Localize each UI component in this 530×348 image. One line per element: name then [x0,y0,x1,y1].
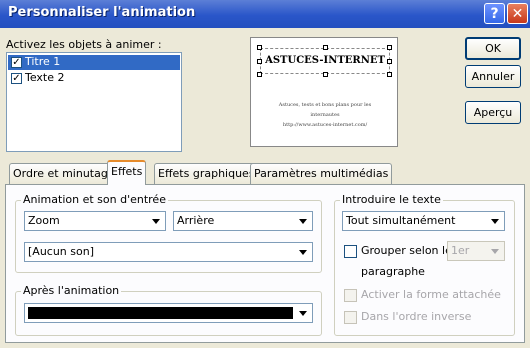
preview-url: http://www.astuces-internet.com/ [282,122,368,128]
texte-2-checkbox[interactable]: ✓ [11,73,22,84]
text-mode-dropdown[interactable]: Tout simultanément [342,211,505,231]
reverse-order-label: Dans l'ordre inverse [361,310,472,323]
resize-handle [387,59,392,64]
entry-animation-label: Animation et son d'entrée [21,193,168,206]
tab-effets-graphiques[interactable]: Effets graphiques [154,163,259,184]
resize-handle [323,45,328,50]
resize-handle [257,45,262,50]
chevron-down-icon[interactable] [296,213,311,229]
chevron-down-icon[interactable] [149,213,164,229]
slide-preview: ASTUCES-INTERNET Astuces, tests et bons … [250,37,398,147]
group-level-dropdown[interactable]: 1er [447,241,505,261]
list-item-texte-2[interactable]: ✓ Texte 2 [8,71,180,86]
introduce-text-label: Introduire le texte [340,193,443,206]
text-mode-value: Tout simultanément [346,214,456,227]
attached-shape-checkbox[interactable] [344,289,357,302]
group-level-value: 1er [451,244,470,257]
direction-dropdown[interactable]: Arrière [173,211,313,231]
cancel-button[interactable]: Annuler [465,65,521,88]
preview-heading: ASTUCES-INTERNET [260,48,390,74]
group-by-label: Grouper selon le [361,244,452,257]
preview-text-line: Astuces, tests et bons plans pour les [278,102,372,108]
list-item-titre-1[interactable]: ✓ Titre 1 [8,55,180,70]
after-color-swatch [28,307,293,319]
chevron-down-icon[interactable] [296,244,311,260]
tab-parametres-multimedias[interactable]: Paramètres multimédias [250,163,393,184]
close-button[interactable]: ✕ [507,3,528,24]
sound-dropdown[interactable]: [Aucun son] [24,242,313,262]
reverse-order-checkbox[interactable] [344,311,357,324]
objects-label: Activez les objets à animer : [6,38,162,51]
list-item-label: Texte 2 [25,71,65,84]
chevron-down-icon[interactable] [488,213,503,229]
resize-handle [387,45,392,50]
direction-value: Arrière [177,214,215,227]
tab-effets[interactable]: Effets [107,160,147,185]
resize-handle [257,59,262,64]
attached-shape-label: Activer la forme attachée [361,288,501,301]
sound-value: [Aucun son] [28,245,94,258]
effect-value: Zoom [28,214,60,227]
list-item-label: Titre 1 [25,55,61,68]
chevron-down-icon[interactable] [488,243,503,259]
custom-animation-dialog: Personnaliser l'animation ? ✕ Activez le… [0,0,530,348]
titre-1-checkbox[interactable]: ✓ [11,57,22,68]
help-button[interactable]: ? [484,3,505,24]
objects-list[interactable]: ✓ Titre 1 ✓ Texte 2 [6,52,182,152]
window-title: Personnaliser l'animation [8,5,196,20]
after-animation-label: Après l'animation [21,284,122,297]
preview-button[interactable]: Aperçu [465,101,521,124]
resize-handle [257,72,262,77]
effect-dropdown[interactable]: Zoom [24,211,166,231]
paragraph-label: paragraphe [361,265,425,278]
chevron-down-icon[interactable] [296,305,311,321]
title-bar: Personnaliser l'animation ? ✕ [0,0,530,28]
resize-handle [323,72,328,77]
after-animation-dropdown[interactable] [24,303,313,323]
group-by-checkbox[interactable] [344,245,357,258]
preview-text-line: internautes [310,112,340,118]
resize-handle [387,72,392,77]
ok-button[interactable]: OK [465,37,521,60]
tab-ordre-et-minutage[interactable]: Ordre et minutage [9,163,119,184]
